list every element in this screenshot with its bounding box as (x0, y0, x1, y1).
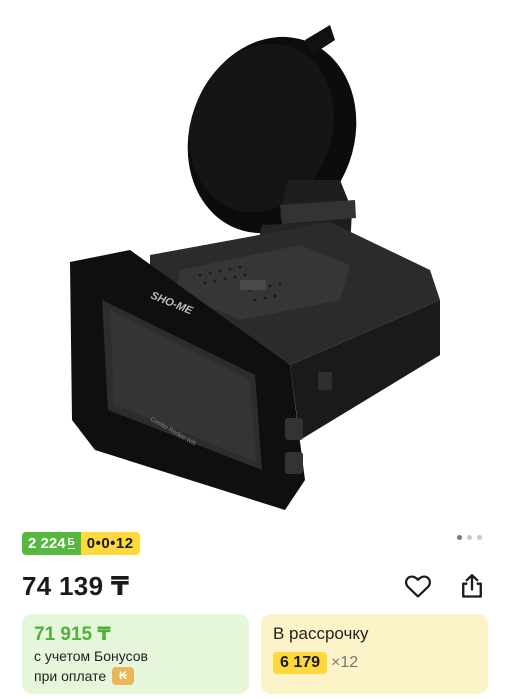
kaspi-icon: ₭ (112, 667, 135, 685)
price-options: 71 915 ₸ с учетом Бонусов при оплате ₭ В… (22, 614, 488, 694)
installment-monthly: 6 179 (273, 652, 328, 674)
bonus-amount: 2 224 (28, 535, 66, 552)
payment-note: при оплате (34, 668, 107, 684)
carousel-dot[interactable] (467, 535, 472, 540)
installment-title: В рассрочку (273, 624, 369, 643)
promo-badges: 2 224 Б 0•0•12 (22, 532, 140, 555)
installment-months: ×12 (331, 654, 359, 671)
share-icon (462, 574, 482, 598)
product-price: 74 139 ₸ (22, 570, 130, 601)
product-image: SHO-ME Combo Rocket Wifi (70, 25, 440, 510)
bonus-price-card[interactable]: 71 915 ₸ с учетом Бонусов при оплате ₭ (22, 614, 249, 694)
product-image-gallery[interactable]: SHO-ME Combo Rocket Wifi (0, 0, 510, 520)
favorite-button[interactable] (402, 570, 434, 602)
carousel-indicator (457, 535, 482, 540)
bonus-price: 71 915 ₸ (34, 624, 111, 645)
price-row: 74 139 ₸ (22, 568, 488, 604)
bonus-badge: 2 224 Б (22, 532, 81, 555)
carousel-dot[interactable] (457, 535, 462, 540)
installment-card[interactable]: В рассрочку 6 179 ×12 (261, 614, 488, 694)
bonus-note: с учетом Бонусов (34, 648, 148, 664)
heart-icon (405, 575, 431, 598)
carousel-dot[interactable] (477, 535, 482, 540)
bonus-currency: Б (67, 537, 75, 549)
share-button[interactable] (456, 570, 488, 602)
installment-badge: 0•0•12 (80, 532, 140, 555)
